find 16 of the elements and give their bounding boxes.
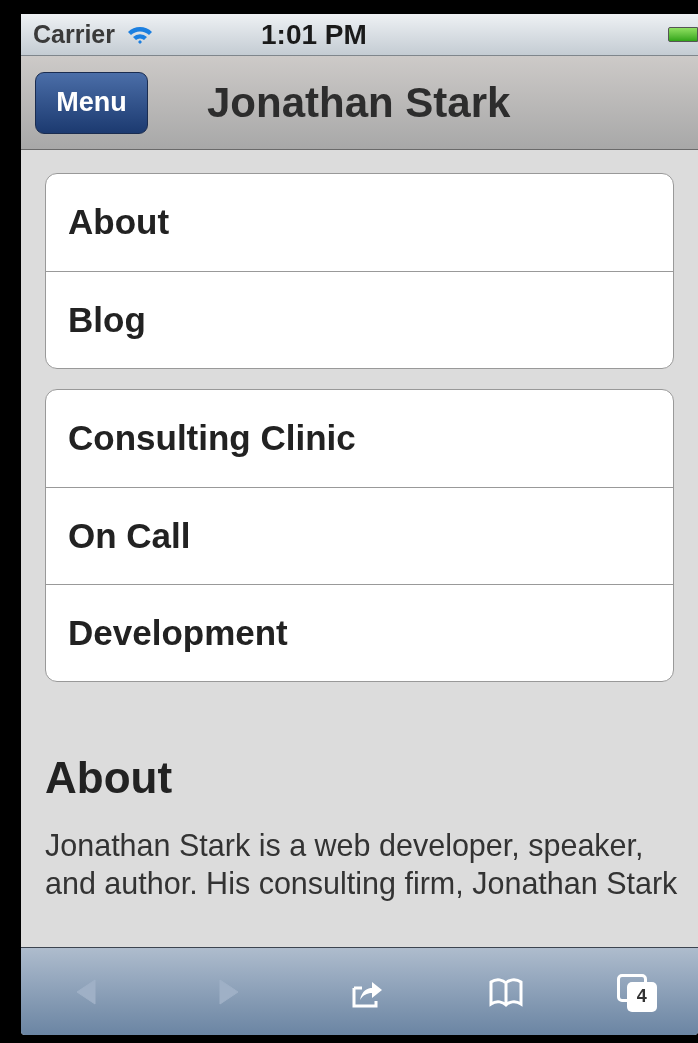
menu-item[interactable]: Development xyxy=(46,584,673,681)
battery-icon xyxy=(668,27,698,42)
book-icon xyxy=(489,975,524,1008)
clock-time: 1:01 PM xyxy=(261,17,367,52)
wifi-icon xyxy=(127,24,153,45)
menu-item[interactable]: About xyxy=(46,174,673,271)
section-heading: About xyxy=(45,752,174,804)
menu-item[interactable]: Consulting Clinic xyxy=(46,390,673,487)
tabs-button[interactable]: 4 xyxy=(614,971,659,1012)
carrier-name: Carrier xyxy=(33,18,115,50)
tab-count: 4 xyxy=(626,981,657,1012)
menu-item[interactable]: On Call xyxy=(46,487,673,584)
about-paragraph: Jonathan Stark is a web developer, speaker, and author. His consulting firm, Jonathan Stark xyxy=(45,827,679,902)
menu-item[interactable]: Blog xyxy=(46,271,673,368)
menu-button[interactable]: Menu xyxy=(35,71,148,134)
page-title: Jonathan Stark xyxy=(207,78,511,128)
